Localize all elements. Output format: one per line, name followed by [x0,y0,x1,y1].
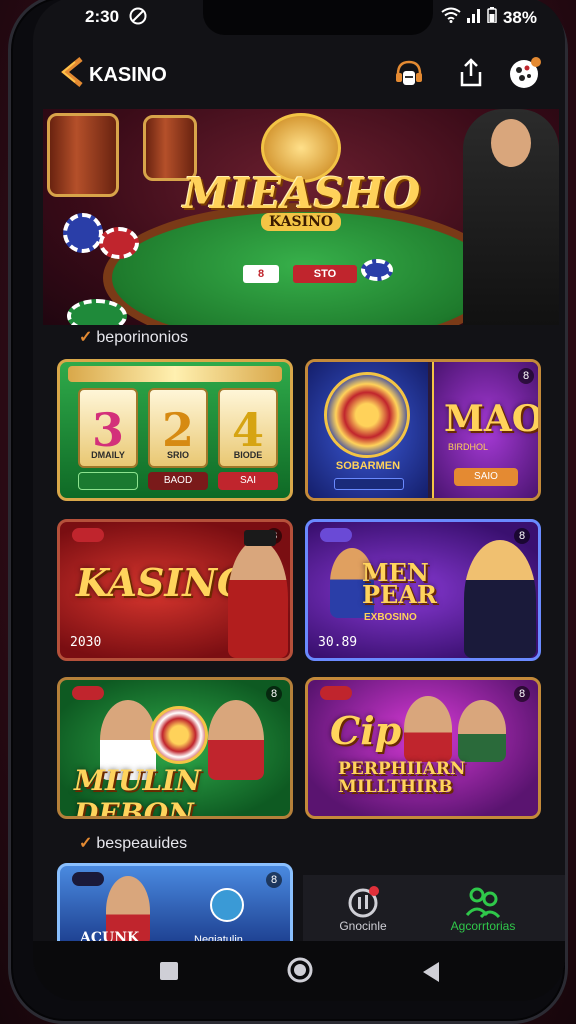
phone-frame: 2:30 38% KASINO MIEASHO KASINO 8 STO ✓ b… [8,0,568,1024]
chip-icon [303,883,423,919]
host-image [458,700,506,762]
poker-chip [67,299,127,325]
wifi-icon [441,7,461,28]
system-nav-bar [33,941,565,1001]
card-label: STO [293,265,357,283]
hero-title: MIEASHO [183,169,421,218]
back-button[interactable] [421,961,441,988]
tile-title: KASINO [76,560,251,605]
close-icon[interactable]: 8 [514,528,530,544]
slot-button[interactable]: SAI [218,472,278,490]
status-right: 38% [441,7,537,28]
slot-button[interactable]: BAOD [148,472,208,490]
share-icon[interactable] [453,55,489,91]
people-icon [423,883,543,919]
roulette-button[interactable] [334,478,404,490]
section-marker-icon: ✓ [79,835,93,852]
app-logo[interactable]: KASINO [59,57,167,93]
game-tile-men-pear[interactable]: 8 MEN PEAR EXBOSINO 30.89 [305,519,541,661]
poker-chip [361,259,393,281]
battery-icon [487,7,497,28]
mao-title: MAO [444,398,541,440]
tile-badge [320,686,352,700]
section-marker-icon: ✓ [79,329,93,346]
tile-badge [320,528,352,542]
gold-barrel-image [47,113,119,197]
profile-chip-icon[interactable] [507,55,543,91]
host-image [404,696,452,762]
status-time: 2:30 [85,7,120,26]
tile-badge [72,528,104,542]
hero-subtitle: KASINO [261,213,342,231]
game-tile-cip[interactable]: 8 Cip PERPHIIARN MILLTHIRB [305,677,541,819]
recent-apps-button[interactable] [159,961,179,986]
hat-image [244,530,276,546]
tile-subtitle: PERPHIIARN MILLTHIRB [338,759,466,797]
tile-badge [72,686,104,700]
game-tile-slots[interactable]: 3 2 4 DMAILY SRIO BIODE BAOD SAI [57,359,293,501]
close-icon[interactable]: 8 [514,686,530,702]
tile-badge [72,872,104,886]
poker-chip [63,213,103,253]
tile-subtitle: EXBOSINO [364,612,417,623]
app-name: KASINO [89,63,167,86]
roulette-label: SOBARMEN [335,460,401,472]
battery-level: 38% [502,7,537,27]
signal-icon [466,7,481,28]
reel-label: SRIO [166,450,189,460]
close-icon[interactable]: 8 [518,368,534,384]
hero-banner[interactable]: MIEASHO KASINO 8 STO [43,109,559,325]
tile-value: 30.89 [318,635,358,650]
globe-icon [210,888,244,922]
screen: 2:30 38% KASINO MIEASHO KASINO 8 STO ✓ b… [33,0,565,1001]
game-tile-kasino[interactable]: 8 KASINO 2030 [57,519,293,661]
mao-button[interactable]: SAIO [454,468,518,486]
reel-label: BIODE [233,450,263,460]
card-label: 8 [243,265,279,283]
roulette-wheel-image [324,372,410,458]
tile-title: MIULIN DEBON [74,764,201,819]
home-button[interactable] [287,957,313,988]
nav-label: Agcorrtorias [450,919,516,933]
close-icon[interactable]: 8 [266,872,282,888]
dealer-image [463,109,559,325]
host-image [228,540,288,658]
section-title: ✓ beporinonios [79,329,189,346]
tile-title: Cip [330,708,402,753]
game-tile-acunk[interactable]: 8 ACUNK Neqjatulin [57,863,293,953]
support-icon[interactable] [391,55,427,91]
reel-label: DMAILY [91,450,125,460]
host-image [464,540,536,658]
roulette-wheel-image [150,706,208,764]
nav-label: Gnocinle [339,919,387,933]
section-title: ✓ bespeauides [79,835,188,852]
poker-chip [99,227,139,259]
game-tile-miulin[interactable]: 8 MIULIN DEBON [57,677,293,819]
bottom-nav: Gnocinle Agcorrtorias [303,875,565,941]
mao-panel: MAO BIRDHOL SAIO 8 [432,362,538,498]
slot-button[interactable] [78,472,138,490]
back-arrow-icon[interactable] [59,57,85,93]
close-icon[interactable]: 8 [266,686,282,702]
tile-title: MEN PEAR [362,558,437,609]
nav-item-accessories[interactable]: Agcorrtorias [423,883,543,933]
game-tile-roulette[interactable]: SOBARMEN MAO BIRDHOL SAIO 8 [305,359,541,501]
mao-subtitle: BIRDHOL [448,442,489,452]
nav-item-games[interactable]: Gnocinle [303,883,423,933]
do-not-disturb-icon [129,7,147,25]
roulette-panel: SOBARMEN [308,362,428,498]
tile-value: 2030 [70,635,102,650]
status-bar: 2:30 38% [33,5,565,31]
slot-header [68,366,282,382]
app-bar: KASINO [33,47,565,101]
